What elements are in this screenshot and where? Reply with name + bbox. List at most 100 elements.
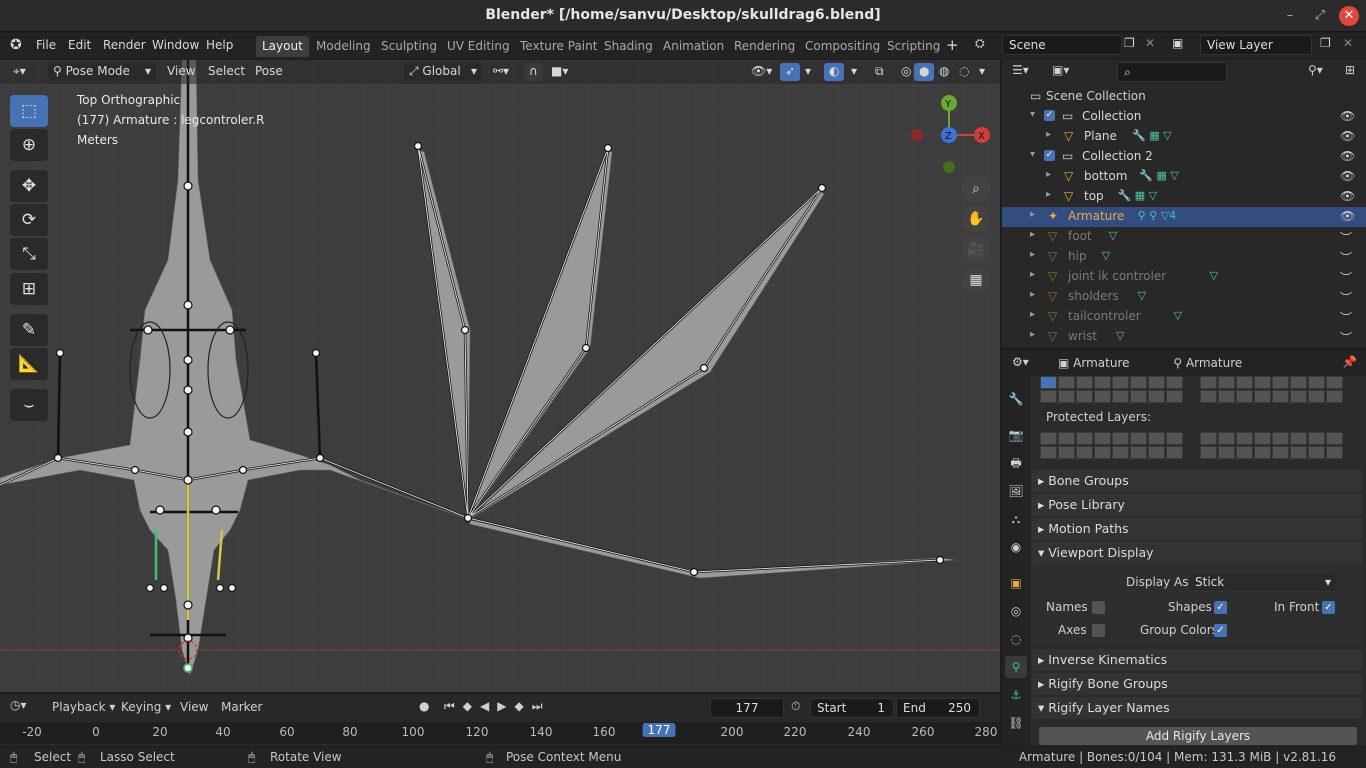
bone-layer-toggle[interactable] (1236, 390, 1253, 403)
add-rigify-layers-button[interactable]: Add Rigify Layers (1039, 727, 1357, 745)
gizmo-toggle-icon[interactable]: ➶ (780, 63, 801, 81)
camera-icon[interactable]: 🎥 (962, 235, 990, 263)
modifier-icons[interactable]: ▽ (1138, 289, 1146, 302)
bone-layer-toggle[interactable] (1218, 432, 1235, 445)
tool-tab-icon[interactable]: 🔧 (1005, 388, 1027, 410)
bone-layer-toggle[interactable] (1308, 390, 1325, 403)
hidden-eye-icon[interactable]: ︶ (1340, 269, 1352, 286)
tab-scripting[interactable]: Scripting (881, 36, 946, 57)
menu-pose[interactable]: Pose (250, 63, 288, 81)
rotate-tool[interactable]: ⟳ (10, 204, 48, 236)
in-front-checkbox[interactable]: ✓ (1322, 601, 1335, 614)
exclude-checkbox[interactable]: ✓ (1044, 110, 1055, 121)
playback-controls[interactable]: ⏮◆◀▶◆⏭ (444, 699, 551, 714)
bone-layer-toggle[interactable] (1148, 390, 1165, 403)
bone-layer-toggle[interactable] (1200, 376, 1217, 389)
bone-layer-toggle[interactable] (1326, 376, 1343, 389)
frame-ruler[interactable]: -20 0 20 40 60 80 100 120 140 160 177 200 220 240 260 2… (0, 722, 1000, 744)
outliner-row-collection-2[interactable]: ▾ ✓ ▭ Collection 2 👁 (1002, 147, 1366, 167)
expand-icon[interactable]: ▸ (1030, 249, 1035, 260)
tab-shading[interactable]: Shading (598, 36, 659, 57)
timeline-editor-type-icon[interactable]: ◷▾ (10, 698, 27, 712)
expand-icon[interactable]: ▸ (1046, 129, 1051, 140)
modifier-icons[interactable]: 🔧 ▦ ▽ (1139, 169, 1179, 182)
group-colors-checkbox[interactable]: ✓ (1214, 624, 1227, 637)
bone-layer-toggle[interactable] (1166, 376, 1183, 389)
menu-window[interactable]: Window (152, 38, 199, 52)
view-layer-tab-icon[interactable]: 🖼 (1005, 480, 1027, 502)
outliner-row-armature[interactable]: ▸ ✦ Armature ⚲ ⚲ ▽4 👁 (1002, 207, 1366, 227)
outliner-search-input[interactable]: ⌕ (1117, 62, 1227, 82)
modifier-icons[interactable]: ▽ (1102, 249, 1110, 262)
copy-scene-icon[interactable]: ❐ (1124, 36, 1135, 50)
display-as-select[interactable]: Stick ▾ (1188, 572, 1338, 592)
bone-layer-toggle[interactable] (1218, 376, 1235, 389)
menu-help[interactable]: Help (206, 38, 233, 52)
bone-layer-toggle[interactable] (1254, 446, 1271, 459)
menu-timeline-view[interactable]: View (180, 700, 208, 714)
bone-layer-toggle[interactable] (1058, 390, 1075, 403)
hidden-eye-icon[interactable]: ︶ (1340, 229, 1352, 246)
bone-layer-toggle[interactable] (1130, 390, 1147, 403)
outliner-row-plane[interactable]: ▸ ▽ Plane 🔧 ▦ ▽ 👁 (1002, 127, 1366, 147)
new-collection-icon[interactable]: ⊞ (1345, 63, 1355, 77)
display-mode-icon[interactable]: ▣▾ (1052, 63, 1069, 77)
modifier-icons[interactable]: ▽ (1174, 309, 1182, 322)
pivot-icon[interactable]: ⚯▾ (488, 63, 514, 81)
xray-icon[interactable]: ⧉ (870, 63, 889, 81)
measure-tool[interactable]: 📐 (10, 348, 48, 380)
navigation-gizmo[interactable]: Y Z X (905, 90, 995, 180)
pin-icon[interactable]: 📌 (1342, 355, 1357, 369)
bone-layer-toggle[interactable] (1130, 376, 1147, 389)
end-frame-field[interactable]: End 250 (896, 698, 980, 718)
maximize-icon[interactable]: ⤢ (1310, 6, 1330, 26)
bone-layer-toggle[interactable] (1290, 390, 1307, 403)
bone-layer-toggle[interactable] (1112, 432, 1129, 445)
orientation-selector[interactable]: ⤢ Global ▾ (404, 63, 482, 81)
cursor-tool[interactable]: ⊕ (10, 129, 48, 161)
move-tool[interactable]: ✥ (10, 170, 48, 202)
outliner-row-top[interactable]: ▸ ▽ top 🔧 ▦ ▽ 👁 (1002, 187, 1366, 207)
outliner-row-tailcontroler[interactable]: ▸ ▽ tailcontroler ▽ ︶ (1002, 307, 1366, 327)
copy-view-layer-icon[interactable]: ❐ (1320, 36, 1331, 50)
visibility-icon[interactable]: 👁▾ (746, 63, 777, 81)
modifier-icons[interactable]: ▽ (1116, 329, 1124, 342)
record-icon[interactable]: ● (419, 699, 429, 713)
snap-icon[interactable]: ∩ (524, 63, 543, 81)
modifier-icons[interactable]: ▽ (1109, 229, 1117, 242)
ortho-grid-icon[interactable]: ▦ (962, 266, 990, 294)
bone-layer-toggle[interactable] (1148, 432, 1165, 445)
expand-icon[interactable]: ▸ (1030, 309, 1035, 320)
shading-dropdown-icon[interactable]: ▾ (974, 63, 990, 81)
menu-keying[interactable]: Keying ▾ (121, 700, 171, 714)
bone-layer-toggle[interactable] (1076, 432, 1093, 445)
tab-modeling[interactable]: Modeling (310, 36, 377, 57)
eye-icon[interactable]: 👁 (1340, 129, 1355, 143)
exclude-checkbox[interactable]: ✓ (1044, 150, 1055, 161)
stopwatch-icon[interactable]: ⏱ (791, 699, 800, 714)
scene-tab-icon[interactable]: ⛬ (1005, 508, 1027, 530)
panel-inverse-kinematics[interactable]: ▸ Inverse Kinematics (1032, 649, 1362, 671)
bone-layer-toggle[interactable] (1290, 432, 1307, 445)
bone-layer-toggle[interactable] (1040, 432, 1057, 445)
zoom-icon[interactable]: ⌕ (962, 175, 990, 203)
bone-layer-toggle[interactable] (1272, 446, 1289, 459)
bone-layer-toggle[interactable] (1326, 446, 1343, 459)
bone-layer-toggle[interactable] (1290, 376, 1307, 389)
tab-rendering[interactable]: Rendering (728, 36, 801, 57)
material-shading-icon[interactable]: ◍ (934, 63, 954, 81)
mode-selector[interactable]: ⚲ Pose Mode ▾ (48, 63, 156, 81)
tab-compositing[interactable]: Compositing (799, 36, 886, 57)
hidden-eye-icon[interactable]: ︶ (1340, 289, 1352, 306)
panel-rigify-layer-names[interactable]: ▾ Rigify Layer Names (1032, 697, 1362, 719)
expand-icon[interactable]: ▸ (1030, 209, 1035, 220)
bone-layer-toggle[interactable] (1058, 446, 1075, 459)
outliner-row-bottom[interactable]: ▸ ▽ bottom 🔧 ▦ ▽ 👁 (1002, 167, 1366, 187)
menu-edit[interactable]: Edit (68, 38, 91, 52)
bone-layer-toggle[interactable] (1236, 376, 1253, 389)
protected-layers-grid[interactable] (1040, 432, 1360, 460)
view-layer-icon[interactable]: ▣ (1172, 36, 1183, 50)
bone-layer-toggle[interactable] (1130, 432, 1147, 445)
constraint-tab-icon[interactable]: ⛓ (1005, 712, 1027, 734)
bone-layer-toggle[interactable] (1272, 390, 1289, 403)
